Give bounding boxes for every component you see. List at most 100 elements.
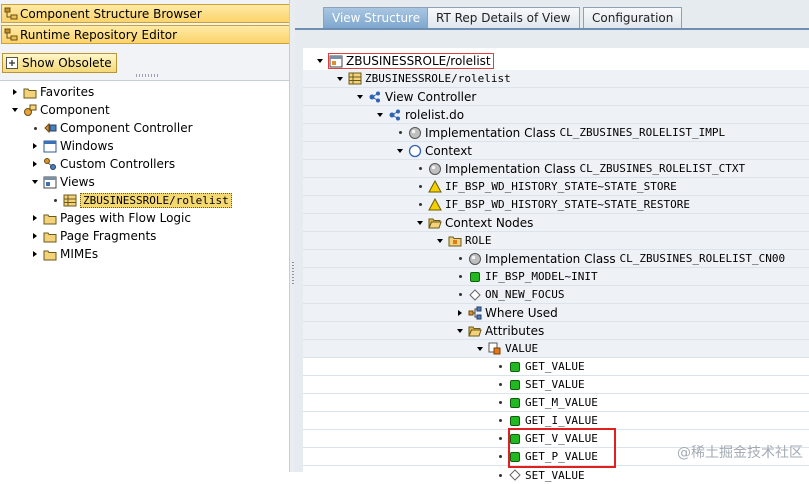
tree-node-label: Context Nodes xyxy=(445,215,534,230)
tree-node-get-value[interactable]: GET_VALUE xyxy=(303,358,809,376)
tree-node-label: Component Controller xyxy=(60,121,193,135)
controller-class-icon xyxy=(388,108,402,122)
expand-arrow-icon[interactable] xyxy=(475,344,485,354)
tree-node-custom-controllers[interactable]: Custom Controllers xyxy=(30,155,175,173)
tree-node-page-fragments[interactable]: Page Fragments xyxy=(30,227,156,245)
component-structure-browser-label: Component Structure Browser xyxy=(20,6,202,21)
tab-rt-rep-details[interactable]: RT Rep Details of View xyxy=(427,7,580,28)
tree-node-label: GET_VALUE xyxy=(525,360,585,373)
tree-node-label: Custom Controllers xyxy=(60,157,176,171)
collapse-arrow-icon[interactable] xyxy=(10,87,20,97)
runtime-repository-editor-button[interactable]: Runtime Repository Editor xyxy=(1,25,290,44)
tree-node-value[interactable]: VALUE xyxy=(303,340,809,358)
leaf-bullet xyxy=(455,254,465,264)
view-structure-tree: ZBUSINESSROLE/rolelist ZBUSINESSROLE/rol… xyxy=(303,48,809,482)
tab-view-structure[interactable]: View Structure xyxy=(323,7,430,28)
expand-arrow-icon[interactable] xyxy=(30,177,40,187)
open-folder-icon xyxy=(428,216,442,230)
tree-node-context-impl-class[interactable]: Implementation Class CL_ZBUSINES_ROLELIS… xyxy=(303,160,809,178)
open-folder-icon xyxy=(468,324,482,338)
class-sphere-icon xyxy=(408,126,422,140)
collapse-arrow-icon[interactable] xyxy=(30,141,40,151)
component-structure-browser-button[interactable]: Component Structure Browser xyxy=(1,4,290,23)
class-sphere-icon xyxy=(468,252,482,266)
collapse-arrow-icon[interactable] xyxy=(30,231,40,241)
tree-node-favorites[interactable]: Favorites xyxy=(10,83,94,101)
collapse-arrow-icon[interactable] xyxy=(30,213,40,223)
method-green-icon xyxy=(508,396,522,410)
tree-node-get-m-value[interactable]: GET_M_VALUE xyxy=(303,394,809,412)
tree-node-set-value-partial[interactable]: SET_VALUE xyxy=(303,466,809,484)
collapse-arrow-icon[interactable] xyxy=(455,308,465,318)
method-green-icon xyxy=(508,432,522,446)
leaf-bullet xyxy=(50,195,60,205)
expand-arrow-icon[interactable] xyxy=(10,105,20,115)
tree-node-label: VALUE xyxy=(505,342,539,355)
tree-node-role-impl-class[interactable]: Implementation Class CL_ZBUSINES_ROLELIS… xyxy=(303,250,809,268)
tree-node-label: Implementation Class xyxy=(425,125,556,140)
tree-node-attributes[interactable]: Attributes xyxy=(303,322,809,340)
expand-arrow-icon[interactable] xyxy=(415,218,425,228)
root-node-frame: ZBUSINESSROLE/rolelist xyxy=(328,53,494,69)
collapse-arrow-icon[interactable] xyxy=(30,159,40,169)
leaf-bullet xyxy=(495,452,505,462)
tree-node-windows[interactable]: Windows xyxy=(30,137,114,155)
class-sphere-icon xyxy=(428,162,442,176)
tree-node-pages-flow-logic[interactable]: Pages with Flow Logic xyxy=(30,209,191,227)
tree-node-label: MIMEs xyxy=(60,247,99,261)
tree-node-context[interactable]: Context xyxy=(303,142,809,160)
tree-node-context-nodes[interactable]: Context Nodes xyxy=(303,214,809,232)
tree-node-label: Implementation Class xyxy=(445,161,576,176)
tree-node-component-controller[interactable]: Component Controller xyxy=(30,119,193,137)
expand-arrow-icon[interactable] xyxy=(375,110,385,120)
tree-structure-icon xyxy=(4,7,18,21)
diamond-icon xyxy=(508,468,522,482)
tree-node-rolelist-do[interactable]: rolelist.do xyxy=(303,106,809,124)
expand-arrow-icon[interactable] xyxy=(455,326,465,336)
controller-icon xyxy=(43,121,57,135)
expand-arrow-icon[interactable] xyxy=(355,92,365,102)
tree-node-label: Windows xyxy=(60,139,114,153)
tree-node-state-restore[interactable]: IF_BSP_WD_HISTORY_STATE~STATE_RESTORE xyxy=(303,196,809,214)
tree-node-label: ROLE xyxy=(465,234,492,247)
expand-arrow-icon[interactable] xyxy=(435,236,445,246)
expand-arrow-icon[interactable] xyxy=(335,74,345,84)
tree-node-on-new-focus[interactable]: ON_NEW_FOCUS xyxy=(303,286,809,304)
tree-node-view-controller[interactable]: View Controller xyxy=(303,88,809,106)
tree-node-label: GET_V_VALUE xyxy=(525,432,598,445)
tree-node-model-init[interactable]: IF_BSP_MODEL~INIT xyxy=(303,268,809,286)
tree-node-label: GET_I_VALUE xyxy=(525,414,598,427)
splitter-handle[interactable] xyxy=(136,74,158,77)
expand-arrow-icon[interactable] xyxy=(395,146,405,156)
tree-node-state-store[interactable]: IF_BSP_WD_HISTORY_STATE~STATE_STORE xyxy=(303,178,809,196)
tree-node-view-rolelist[interactable]: ZBUSINESSROLE/rolelist xyxy=(303,70,809,88)
where-used-icon xyxy=(468,306,482,320)
tree-node-get-i-value[interactable]: GET_I_VALUE xyxy=(303,412,809,430)
diamond-icon xyxy=(468,288,482,302)
show-obsolete-button[interactable]: Show Obsolete xyxy=(2,53,117,73)
expand-arrow-icon[interactable] xyxy=(315,56,325,66)
right-pane: View Structure RT Rep Details of View Co… xyxy=(295,0,809,482)
tree-node-view-rolelist[interactable]: ZBUSINESSROLE/rolelist xyxy=(50,191,232,209)
views-icon xyxy=(43,175,57,189)
tab-configuration[interactable]: Configuration xyxy=(583,7,683,28)
tree-node-label: ZBUSINESSROLE/rolelist xyxy=(365,72,511,85)
tree-node-where-used[interactable]: Where Used xyxy=(303,304,809,322)
tree-node-mimes[interactable]: MIMEs xyxy=(30,245,98,263)
tree-node-views[interactable]: Views xyxy=(30,173,95,191)
collapse-arrow-icon[interactable] xyxy=(30,249,40,259)
method-green-icon xyxy=(468,270,482,284)
tree-node-label: Views xyxy=(60,175,95,189)
expand-icon xyxy=(5,56,19,70)
tree-node-label: Implementation Class xyxy=(485,251,616,266)
tree-node-component[interactable]: Component xyxy=(10,101,110,119)
tree-node-role[interactable]: ROLE xyxy=(303,232,809,250)
leaf-bullet xyxy=(495,362,505,372)
leaf-bullet xyxy=(455,290,465,300)
views-icon xyxy=(329,54,343,68)
tree-node-label: ZBUSINESSROLE/rolelist xyxy=(346,54,491,68)
tree-root-rolelist[interactable]: ZBUSINESSROLE/rolelist xyxy=(303,52,809,70)
tree-node-set-value[interactable]: SET_VALUE xyxy=(303,376,809,394)
tree-node-impl-class[interactable]: Implementation Class CL_ZBUSINES_ROLELIS… xyxy=(303,124,809,142)
splitter-grip[interactable] xyxy=(292,262,294,284)
